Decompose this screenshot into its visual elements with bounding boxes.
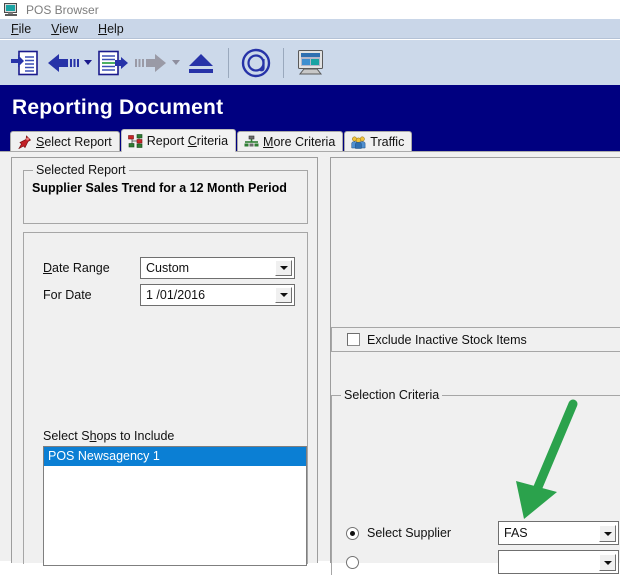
hierarchy-icon — [127, 134, 143, 148]
second-criteria-combo[interactable] — [498, 550, 619, 574]
forward-dropdown-button — [170, 43, 182, 83]
pushpin-icon — [17, 135, 32, 150]
menu-item-help[interactable]: Help — [89, 21, 133, 37]
select-supplier-radio[interactable] — [346, 526, 359, 540]
select-supplier-label: Select Supplier — [367, 526, 452, 540]
forward-button — [132, 43, 170, 83]
for-date-row: For Date 1 /01/2016 — [43, 284, 295, 306]
list-item[interactable]: POS Newsagency 1 — [44, 447, 306, 466]
tab-label: Traffic — [370, 135, 405, 149]
tab-strip: Select Report Report Criteria More Crite… — [10, 129, 413, 152]
back-button[interactable] — [44, 43, 82, 83]
selection-criteria-legend: Selection Criteria — [341, 388, 443, 402]
select-shops-label: Select Shops to Include — [43, 429, 175, 443]
tab-more-criteria[interactable]: More Criteria — [237, 131, 344, 152]
tab-label: Select Report — [36, 135, 112, 149]
selected-report-groupbox: Selected Report Supplier Sales Trend for… — [23, 163, 308, 224]
browser-button[interactable] — [292, 43, 330, 83]
eject-button[interactable] — [182, 43, 220, 83]
right-criteria-panel: Exclude Inactive Stock Items Selection C… — [330, 157, 620, 575]
for-date-value: 1 /01/2016 — [146, 288, 206, 302]
menu-item-view[interactable]: View — [42, 21, 87, 37]
toolbar-separator — [283, 47, 284, 78]
menu-item-file[interactable]: File — [2, 21, 40, 37]
window-titlebar: POS Browser — [0, 0, 620, 19]
date-range-value: Custom — [146, 261, 190, 275]
computer-monitor-icon — [4, 2, 19, 17]
window-title: POS Browser — [26, 2, 99, 17]
selected-report-legend: Selected Report — [33, 163, 129, 177]
chevron-down-icon — [172, 60, 180, 65]
chevron-down-icon[interactable] — [275, 287, 292, 303]
chevron-down-icon[interactable] — [275, 260, 292, 276]
people-icon — [351, 135, 366, 149]
page-title: Reporting Document — [12, 96, 224, 119]
menu-bar: File View Help — [0, 19, 620, 39]
chevron-down-icon[interactable] — [599, 554, 616, 571]
date-range-combo[interactable]: Custom — [140, 257, 295, 279]
connector-icon — [244, 135, 259, 149]
exclude-inactive-checkbox[interactable] — [347, 333, 360, 346]
tab-report-criteria[interactable]: Report Criteria — [120, 129, 237, 152]
select-supplier-row: Select Supplier FAS — [346, 521, 619, 545]
for-date-combo[interactable]: 1 /01/2016 — [140, 284, 295, 306]
tab-select-report[interactable]: Select Report — [10, 131, 120, 152]
second-criteria-radio[interactable] — [346, 555, 359, 569]
date-range-label: Date Range — [43, 261, 110, 275]
tab-label: Report Criteria — [146, 134, 229, 148]
toolbar-separator — [228, 47, 229, 78]
tab-traffic[interactable]: Traffic — [344, 131, 413, 152]
export-document-button[interactable] — [94, 43, 132, 83]
exclude-inactive-panel: Exclude Inactive Stock Items — [331, 327, 620, 352]
select-shops-listbox[interactable]: POS Newsagency 1 — [43, 446, 307, 566]
left-criteria-groupbox: Date Range Custom For Date 1 /01/2016 Se… — [23, 232, 308, 566]
toolbar — [0, 40, 620, 87]
exclude-inactive-label: Exclude Inactive Stock Items — [367, 332, 527, 347]
chevron-down-icon — [84, 60, 92, 65]
for-date-label: For Date — [43, 288, 92, 302]
tab-label: More Criteria — [263, 135, 336, 149]
email-button[interactable] — [237, 43, 275, 83]
supplier-value: FAS — [504, 526, 528, 540]
second-criteria-row — [346, 550, 619, 574]
selection-criteria-groupbox: Selection Criteria Select Supplier FAS — [331, 388, 620, 575]
supplier-combo[interactable]: FAS — [498, 521, 619, 545]
tab-panel-report-criteria: Selected Report Supplier Sales Trend for… — [0, 151, 620, 575]
chevron-down-icon[interactable] — [599, 525, 616, 542]
exclude-inactive-checkbox-row[interactable]: Exclude Inactive Stock Items — [332, 333, 527, 347]
selected-report-value: Supplier Sales Trend for a 12 Month Peri… — [32, 181, 287, 195]
date-range-row: Date Range Custom — [43, 257, 295, 279]
left-criteria-panel: Selected Report Supplier Sales Trend for… — [11, 157, 318, 566]
import-document-button[interactable] — [6, 43, 44, 83]
back-dropdown-button[interactable] — [82, 43, 94, 83]
